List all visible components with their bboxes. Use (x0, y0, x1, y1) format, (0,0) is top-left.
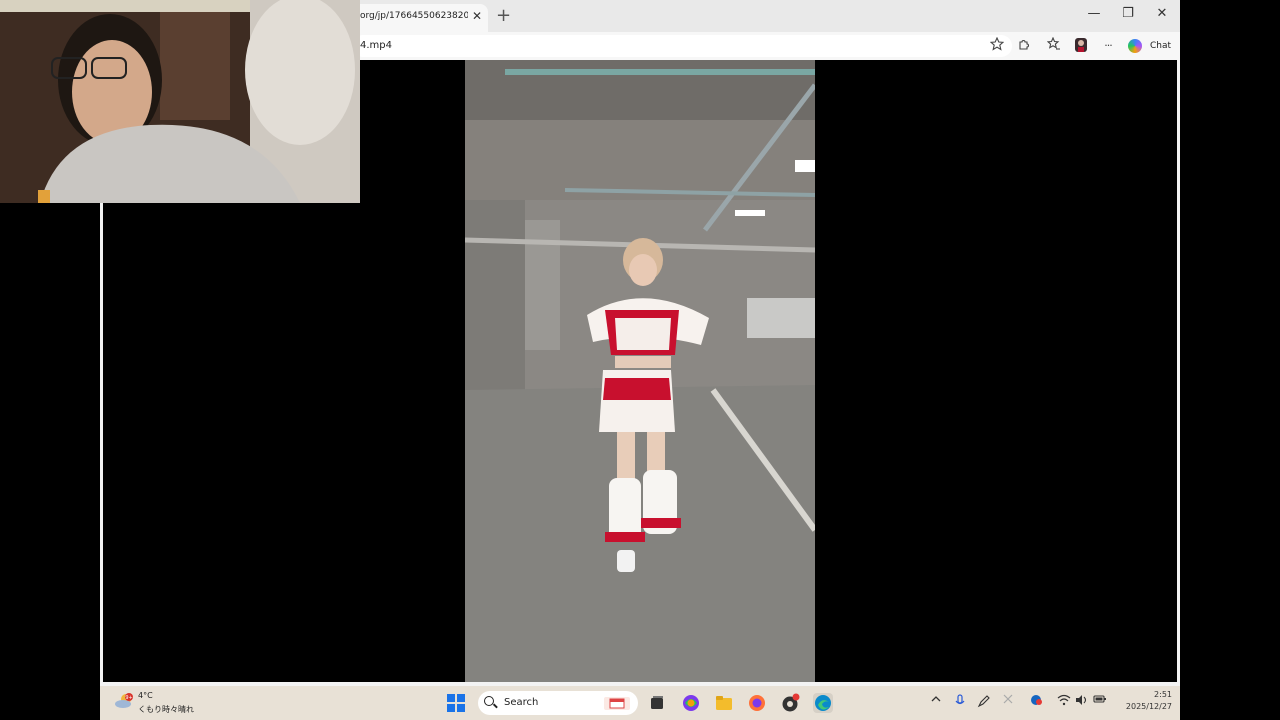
webcam-overlay (0, 0, 360, 203)
search-placeholder: Search (504, 697, 539, 708)
wifi-icon[interactable] (1056, 694, 1072, 709)
tab-close-icon[interactable]: ✕ (472, 4, 482, 28)
close-button[interactable]: ✕ (1147, 6, 1177, 21)
tab-title: org/jp/17664550623820l4.r (360, 11, 468, 21)
pen-icon[interactable] (976, 694, 992, 711)
edge-icon[interactable] (813, 693, 833, 713)
system-clock[interactable]: 2:51 2025/12/27 (1112, 689, 1172, 713)
search-icon (484, 696, 494, 706)
firefox-icon[interactable] (747, 693, 767, 713)
calendar-widget-icon (604, 697, 630, 710)
minimize-button[interactable]: — (1079, 6, 1109, 21)
chat-button[interactable]: Chat (1122, 35, 1174, 57)
onedrive-icon[interactable] (1028, 694, 1044, 709)
webcam-image (0, 0, 360, 203)
restore-button[interactable]: ❐ (1113, 6, 1143, 21)
favorites-icon[interactable] (1044, 36, 1064, 55)
tab-video[interactable]: org/jp/17664550623820l4.r ✕ (352, 4, 488, 32)
volume-icon[interactable] (1074, 694, 1090, 709)
weather-temperature: 4°C (138, 691, 153, 700)
extensions-icon[interactable] (1014, 37, 1034, 55)
file-explorer-icon[interactable] (714, 693, 734, 713)
copilot-app-icon[interactable] (681, 693, 701, 713)
weather-condition: くもり時々晴れ (138, 705, 194, 714)
task-view-icon[interactable] (647, 693, 667, 713)
close-x-icon[interactable] (1000, 694, 1016, 707)
weather-widget[interactable]: 9+ 4°C くもり時々晴れ (114, 689, 224, 717)
clock-time: 2:51 (1154, 690, 1172, 699)
star-icon[interactable] (987, 36, 1007, 55)
profile-icon[interactable] (1071, 37, 1091, 55)
weather-icon: 9+ (115, 693, 133, 708)
battery-icon[interactable] (1092, 694, 1108, 707)
copilot-icon (1128, 39, 1142, 53)
video-player[interactable] (465, 60, 815, 682)
taskbar: 9+ 4°C くもり時々晴れ Search 2:51 2025/12/27 (100, 686, 1180, 720)
more-icon[interactable]: ··· (1098, 37, 1118, 55)
new-tab-button[interactable]: + (496, 5, 511, 26)
weather-badge: 9+ (125, 695, 132, 701)
tray-chevron-icon[interactable] (928, 694, 944, 707)
taskbar-search[interactable]: Search (478, 691, 638, 715)
start-icon[interactable] (446, 693, 466, 713)
microphone-icon[interactable] (952, 694, 968, 711)
clock-date: 2025/12/27 (1125, 702, 1172, 711)
chat-label: Chat (1150, 41, 1172, 51)
address-bar[interactable]: 4.mp4 (352, 35, 1012, 57)
app-with-badge-icon[interactable] (780, 693, 800, 713)
video-frame (465, 60, 815, 682)
